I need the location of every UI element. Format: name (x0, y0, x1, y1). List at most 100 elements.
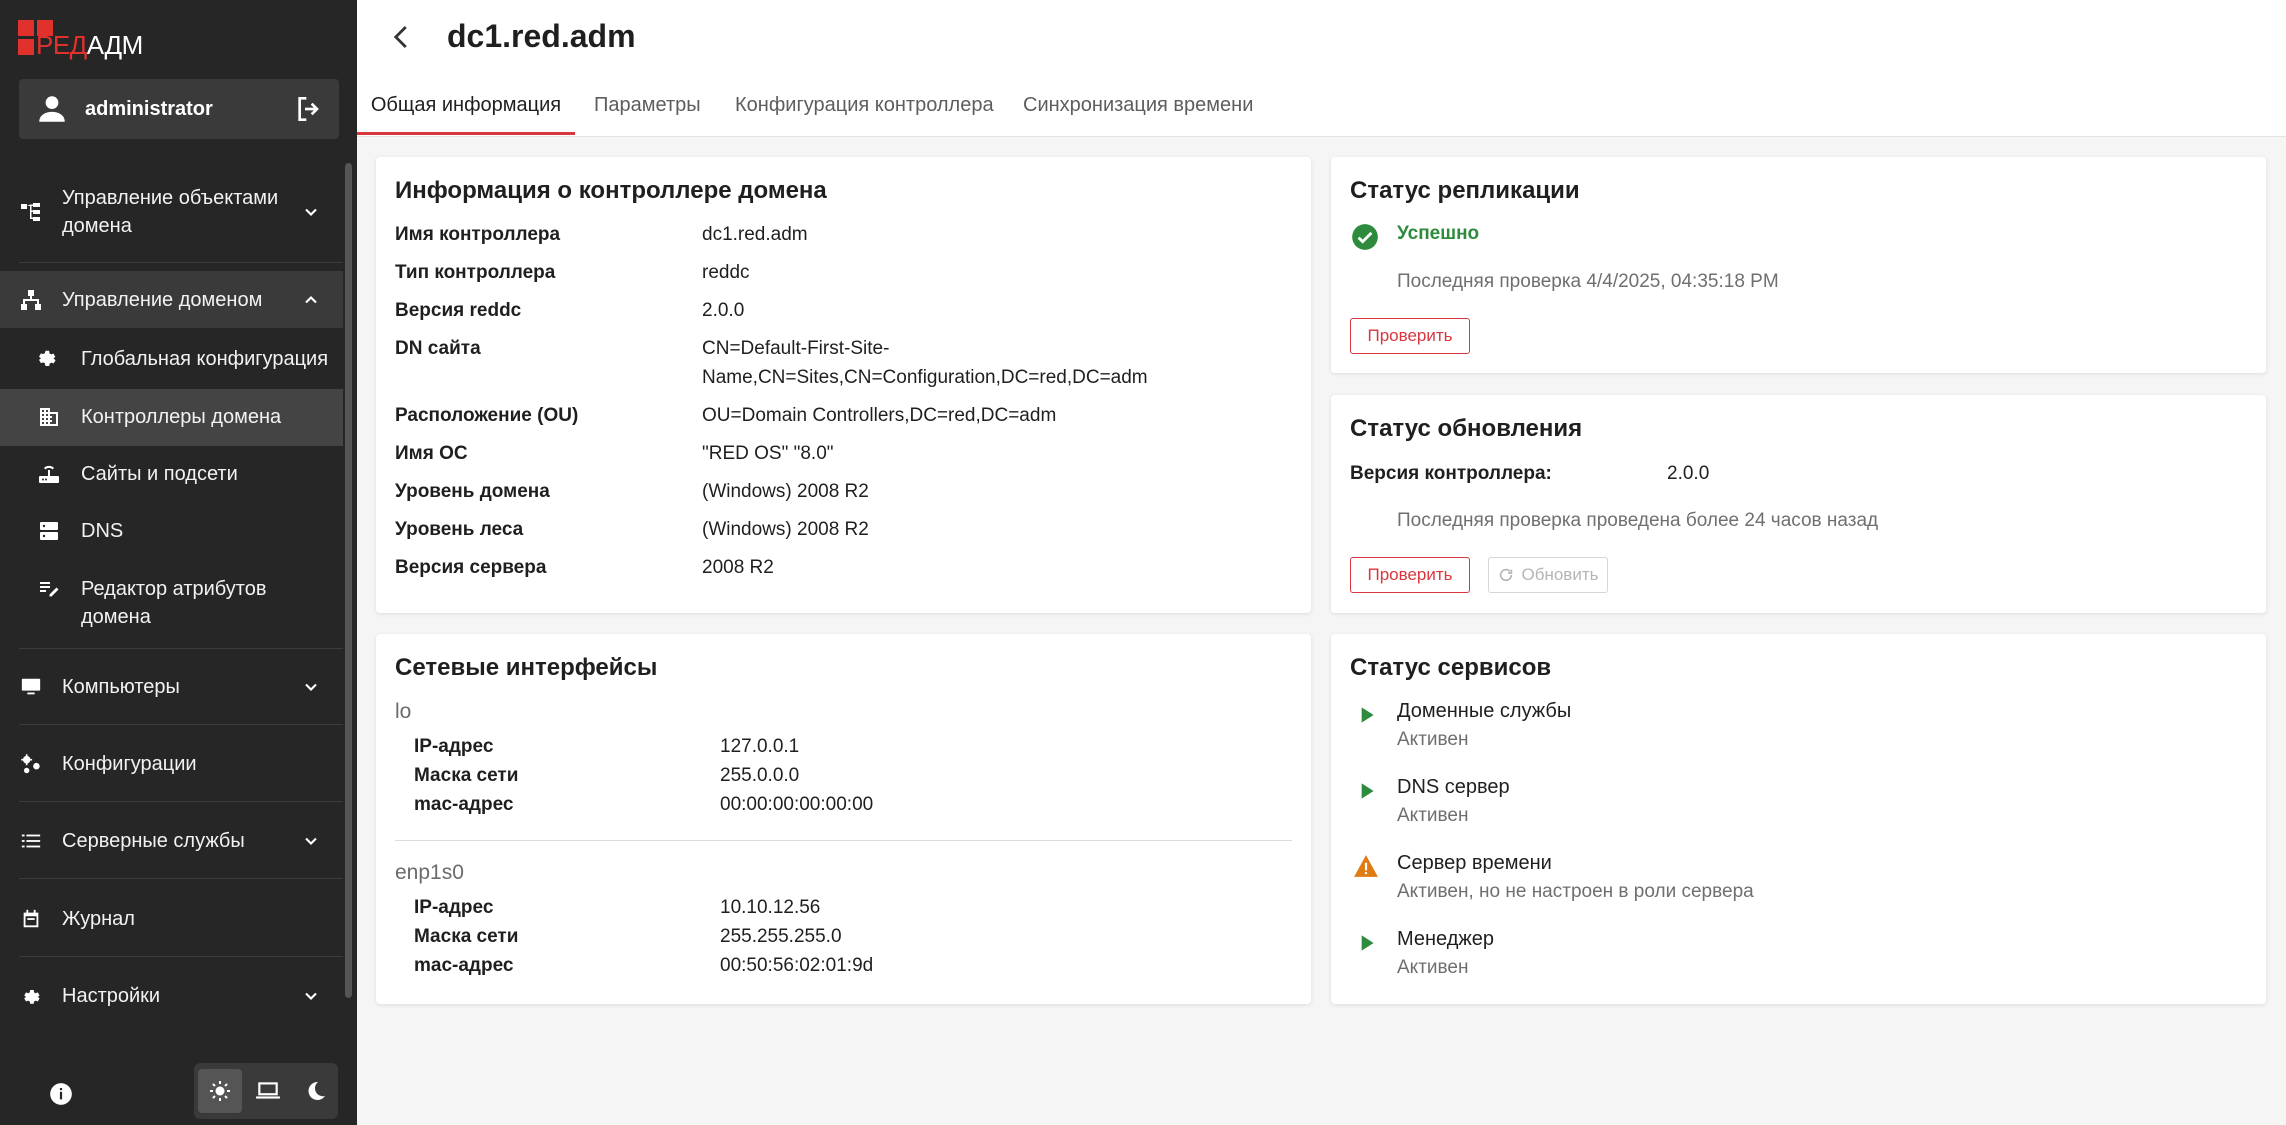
theme-light-button[interactable] (198, 1069, 242, 1113)
nav-divider (19, 648, 343, 649)
kv-key: Уровень леса (395, 519, 524, 540)
sidebar-item-label: Редактор атрибутов домена (81, 578, 267, 628)
kv-value: 00:50:56:02:01:9d (720, 955, 874, 976)
nav-divider (19, 956, 343, 957)
back-arrow-icon[interactable] (387, 22, 417, 52)
kv-key: DN сайта (395, 338, 481, 359)
theme-system-button[interactable] (246, 1069, 290, 1113)
controller-info-card: Информация о контроллере домена Имя конт… (376, 157, 1311, 613)
update-button[interactable]: Обновить (1488, 557, 1608, 593)
service-name: Доменные службы (1397, 700, 1572, 722)
sidebar-item-domain-controllers[interactable]: Контроллеры домена (0, 389, 343, 446)
interface-divider (395, 840, 1292, 841)
user-panel: administrator (19, 79, 339, 139)
network-interfaces-card: Сетевые интерфейсы lo IP-адрес 127.0.0.1… (376, 634, 1311, 1004)
sidebar-item-server-services[interactable]: Серверные службы (0, 812, 343, 869)
sidebar-item-label: Сайты и подсети (81, 463, 238, 485)
service-state: Активен, но не настроен в роли сервера (1397, 881, 1754, 902)
main-content: dc1.red.adm Общая информация Параметры К… (357, 0, 2286, 1125)
service-state: Активен (1397, 805, 1469, 826)
sidebar-item-domain-objects[interactable]: Управление объектами домена (0, 177, 343, 247)
gear-icon (18, 983, 44, 1009)
warning-icon (1354, 855, 1378, 877)
nav-divider (19, 262, 343, 263)
kv-key: Имя контроллера (395, 224, 561, 245)
sun-icon (210, 1081, 230, 1101)
sidebar-scrollbar[interactable] (345, 163, 352, 998)
replication-last-check: Последняя проверка 4/4/2025, 04:35:18 PM (1397, 271, 1779, 292)
nav-divider (19, 801, 343, 802)
hierarchy-icon (18, 287, 44, 313)
moon-icon (308, 1081, 325, 1100)
sidebar-item-label: Конфигурации (62, 752, 197, 775)
kv-key: Имя ОС (395, 443, 468, 464)
logout-icon[interactable] (293, 93, 325, 125)
sidebar-item-global-config[interactable]: Глобальная конфигурация (0, 331, 343, 388)
update-status-card: Статус обновления Версия контроллера: 2.… (1331, 395, 2266, 613)
gear-settings-icon (39, 350, 56, 366)
chevron-down-icon (305, 837, 317, 845)
sidebar-item-configurations[interactable]: Конфигурации (0, 735, 343, 792)
calendar-icon (18, 906, 44, 932)
interface-name: lo (395, 700, 412, 723)
sidebar-item-label: DNS (81, 520, 124, 542)
kv-key: Тип контроллера (395, 262, 556, 283)
tab-bar: Общая информация Параметры Конфигурация … (357, 80, 2286, 137)
sidebar-item-dns[interactable]: DNS (0, 503, 343, 560)
update-check-button[interactable]: Проверить (1350, 557, 1470, 593)
update-last-check: Последняя проверка проведена более 24 ча… (1397, 510, 1879, 531)
tab-controller-config[interactable]: Конфигурация контроллера (735, 80, 994, 135)
card-title: Информация о контроллере домена (395, 177, 827, 204)
sidebar-item-journal[interactable]: Журнал (0, 890, 343, 947)
kv-value: 2.0.0 (702, 300, 745, 321)
chevron-down-icon (305, 208, 317, 216)
kv-value: CN=Default-First-Site- (702, 338, 890, 359)
tab-general-info[interactable]: Общая информация (357, 80, 575, 135)
card-title: Сетевые интерфейсы (395, 654, 658, 681)
kv-value: "RED OS" "8.0" (702, 443, 834, 464)
sidebar-item-label: Компьютеры (62, 675, 180, 698)
monitor-icon (18, 674, 44, 700)
sidebar-item-computers[interactable]: Компьютеры (0, 658, 343, 715)
update-button-label: Обновить (1521, 565, 1599, 584)
service-name: Сервер времени (1397, 852, 1552, 874)
edit-list-icon (40, 582, 59, 597)
service-state: Активен (1397, 957, 1469, 978)
replication-status-card: Статус репликации Успешно Последняя пров… (1331, 157, 2266, 373)
play-icon (1361, 707, 1374, 723)
controller-version-value: 2.0.0 (1667, 463, 1710, 484)
check-circle-icon (1352, 224, 1378, 250)
laptop-icon (256, 1082, 280, 1099)
kv-key: Расположение (OU) (395, 405, 579, 426)
sidebar-item-label: Контроллеры домена (81, 406, 282, 428)
theme-dark-button[interactable] (294, 1069, 338, 1113)
kv-value: dc1.red.adm (702, 224, 808, 245)
kv-value: 00:00:00:00:00:00 (720, 794, 874, 815)
controller-version-label: Версия контроллера: (1350, 463, 1552, 484)
tab-parameters[interactable]: Параметры (594, 80, 701, 135)
tree-structure-icon (18, 199, 44, 225)
sidebar-item-sites-subnets[interactable]: Сайты и подсети (0, 446, 343, 503)
kv-value: 255.255.255.0 (720, 926, 842, 947)
tab-time-sync[interactable]: Синхронизация времени (1023, 80, 1253, 135)
app-logo[interactable]: РЕДАДМ (18, 16, 143, 58)
sidebar-item-settings[interactable]: Настройки (0, 967, 343, 1024)
sidebar-item-label: Управление доменом (62, 288, 263, 311)
list-icon (18, 828, 44, 854)
card-title: Статус обновления (1350, 415, 1583, 442)
building-icon (40, 408, 58, 426)
sidebar-item-label: Журнал (62, 907, 135, 930)
sidebar-item-attribute-editor[interactable]: Редактор атрибутов домена (0, 561, 343, 641)
kv-key: mac-адрес (414, 955, 514, 976)
card-title: Статус репликации (1350, 177, 1580, 204)
kv-value: 127.0.0.1 (720, 736, 800, 757)
info-icon[interactable] (48, 1081, 74, 1107)
sidebar-item-domain-management[interactable]: Управление доменом (0, 271, 343, 328)
interface-name: enp1s0 (395, 861, 464, 884)
kv-key: Маска сети (414, 765, 519, 786)
service-name: Менеджер (1397, 928, 1495, 950)
user-icon (39, 96, 65, 122)
server-icon (40, 522, 58, 540)
router-icon (39, 465, 59, 483)
replication-check-button[interactable]: Проверить (1350, 318, 1470, 354)
